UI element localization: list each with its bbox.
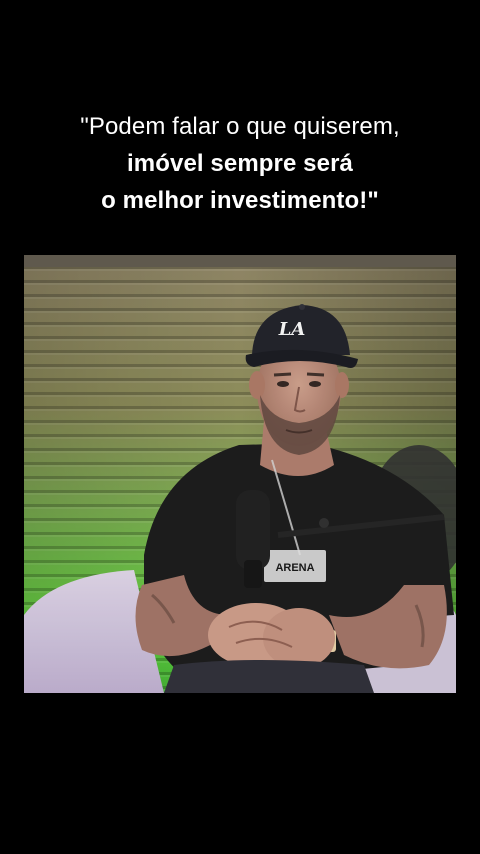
video-caption: "Podem falar o que quiserem, imóvel semp… <box>0 108 480 219</box>
caption-line-1: "Podem falar o que quiserem, <box>80 113 400 140</box>
video-frame[interactable]: ARENA LA <box>24 255 456 693</box>
caption-line-2: imóvel sempre será <box>127 150 353 177</box>
caption-line-3: o melhor investimento!" <box>101 187 379 214</box>
podcast-scene-illustration: ARENA LA <box>24 255 456 693</box>
